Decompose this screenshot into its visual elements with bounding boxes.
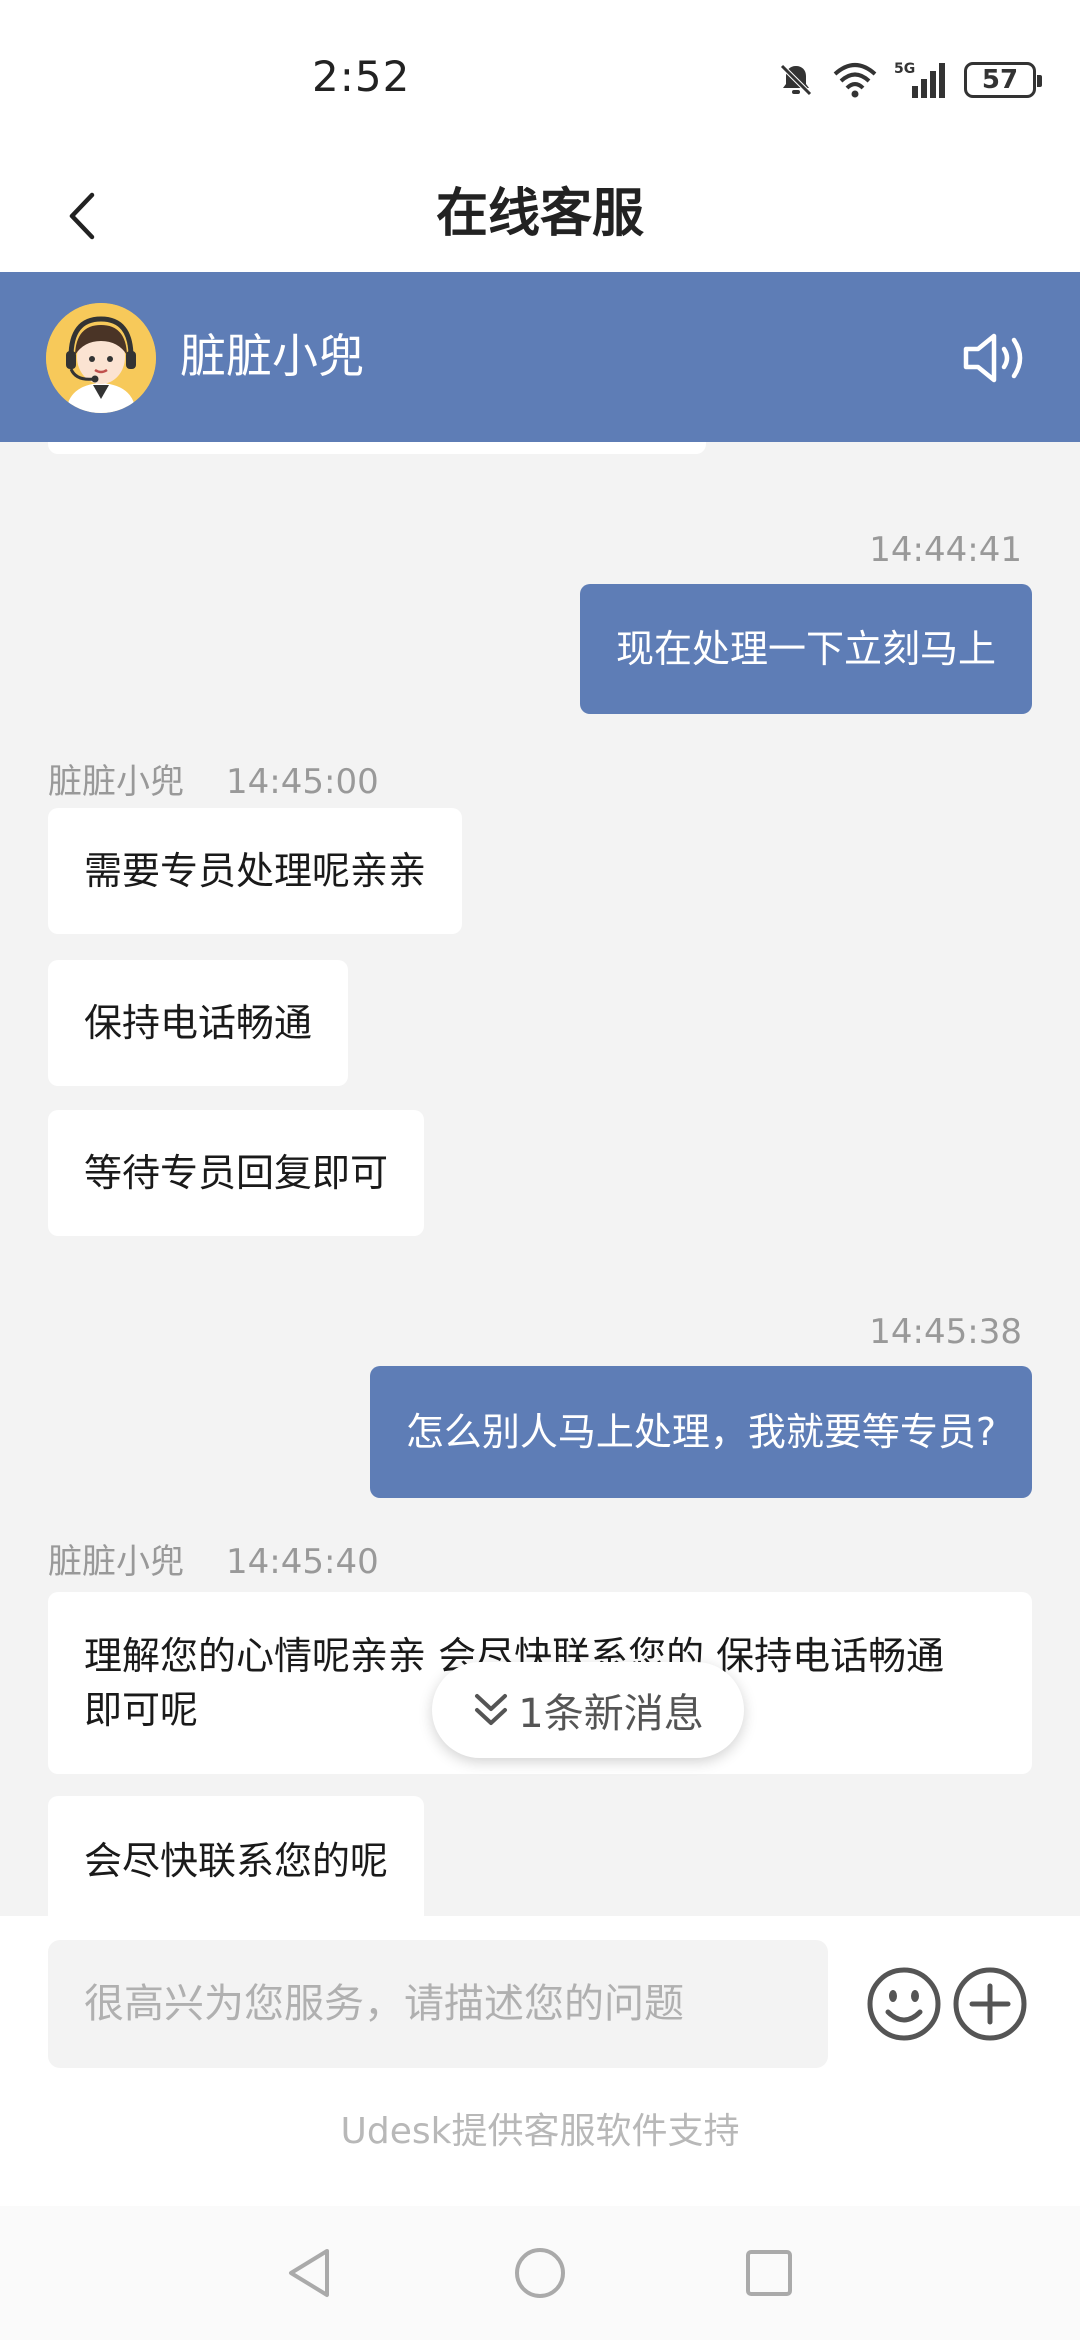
status-time: 2:52 (312, 52, 411, 101)
message-timestamp: 14:45:40 (226, 1542, 379, 1582)
new-message-label: 1条新消息 (518, 1691, 704, 1737)
message-input[interactable] (48, 1940, 828, 2068)
agent-name: 脏脏小兜 (180, 329, 364, 383)
emoji-button[interactable] (866, 1966, 942, 2042)
message-bubble-incoming: 等待专员回复即可 (48, 1110, 425, 1236)
chat-message-list[interactable]: 14:44:41 现在处理一下立刻马上 脏脏小兜 14:45:00 需要专员处理呢… (0, 442, 1080, 1916)
wifi-icon (833, 63, 877, 98)
plus-circle-icon (953, 1967, 1027, 2041)
nav-home-button[interactable] (495, 2228, 585, 2318)
square-recents-icon (746, 2250, 792, 2296)
message-meta: 脏脏小兜 14:45:00 (48, 754, 379, 803)
message-bubble-incoming: 需要专员处理呢亲亲 (48, 808, 463, 934)
nav-back-button[interactable] (264, 2228, 354, 2318)
message-timestamp: 14:45:00 (226, 762, 379, 802)
triangle-back-icon (289, 2249, 329, 2297)
input-area: Udesk提供客服软件支持 (0, 1916, 1080, 2206)
more-options-button[interactable] (952, 1966, 1028, 2042)
bell-muted-icon (780, 64, 812, 96)
title-bar: 在线客服 (0, 160, 1080, 272)
status-bar: 2:52 5G 57 (0, 0, 1080, 160)
message-timestamp: 14:44:41 (869, 530, 1022, 570)
circle-home-icon (515, 2248, 565, 2298)
powered-by-text: Udesk提供客服软件支持 (340, 2111, 740, 2152)
headset-agent-icon (46, 303, 156, 413)
message-timestamp: 14:45:38 (869, 1312, 1022, 1352)
message-line: 即可呢 (84, 1688, 199, 1732)
message-bubble-outgoing: 怎么别人马上处理，我就要等专员? (369, 1366, 1032, 1498)
new-message-indicator[interactable]: 1条新消息 (432, 1662, 744, 1758)
speaker-icon (963, 333, 1023, 383)
svg-text:5G: 5G (894, 61, 915, 77)
system-navigation-bar (0, 2206, 1080, 2340)
message-bubble-outgoing: 现在处理一下立刻马上 (579, 584, 1032, 714)
agent-header: 脏脏小兜 (0, 272, 1080, 442)
message-bubble-incoming: 保持电话畅通 (48, 960, 349, 1086)
message-bubble-partial (48, 442, 706, 454)
page-title: 在线客服 (435, 184, 644, 244)
nav-recents-button[interactable] (724, 2228, 814, 2318)
agent-avatar (46, 303, 156, 413)
sender-name: 脏脏小兜 (48, 762, 184, 802)
message-bubble-incoming: 会尽快联系您的呢 (48, 1796, 425, 1916)
smiley-icon (867, 1967, 941, 2041)
battery-indicator: 57 (964, 62, 1042, 98)
double-chevron-down-icon (475, 1694, 508, 1725)
cellular-signal-icon: 5G (894, 61, 945, 98)
speaker-toggle-button[interactable] (956, 320, 1036, 396)
status-icons: 5G 57 (776, 58, 1042, 102)
sender-name: 脏脏小兜 (48, 1542, 184, 1582)
message-meta: 脏脏小兜 14:45:40 (48, 1534, 379, 1583)
